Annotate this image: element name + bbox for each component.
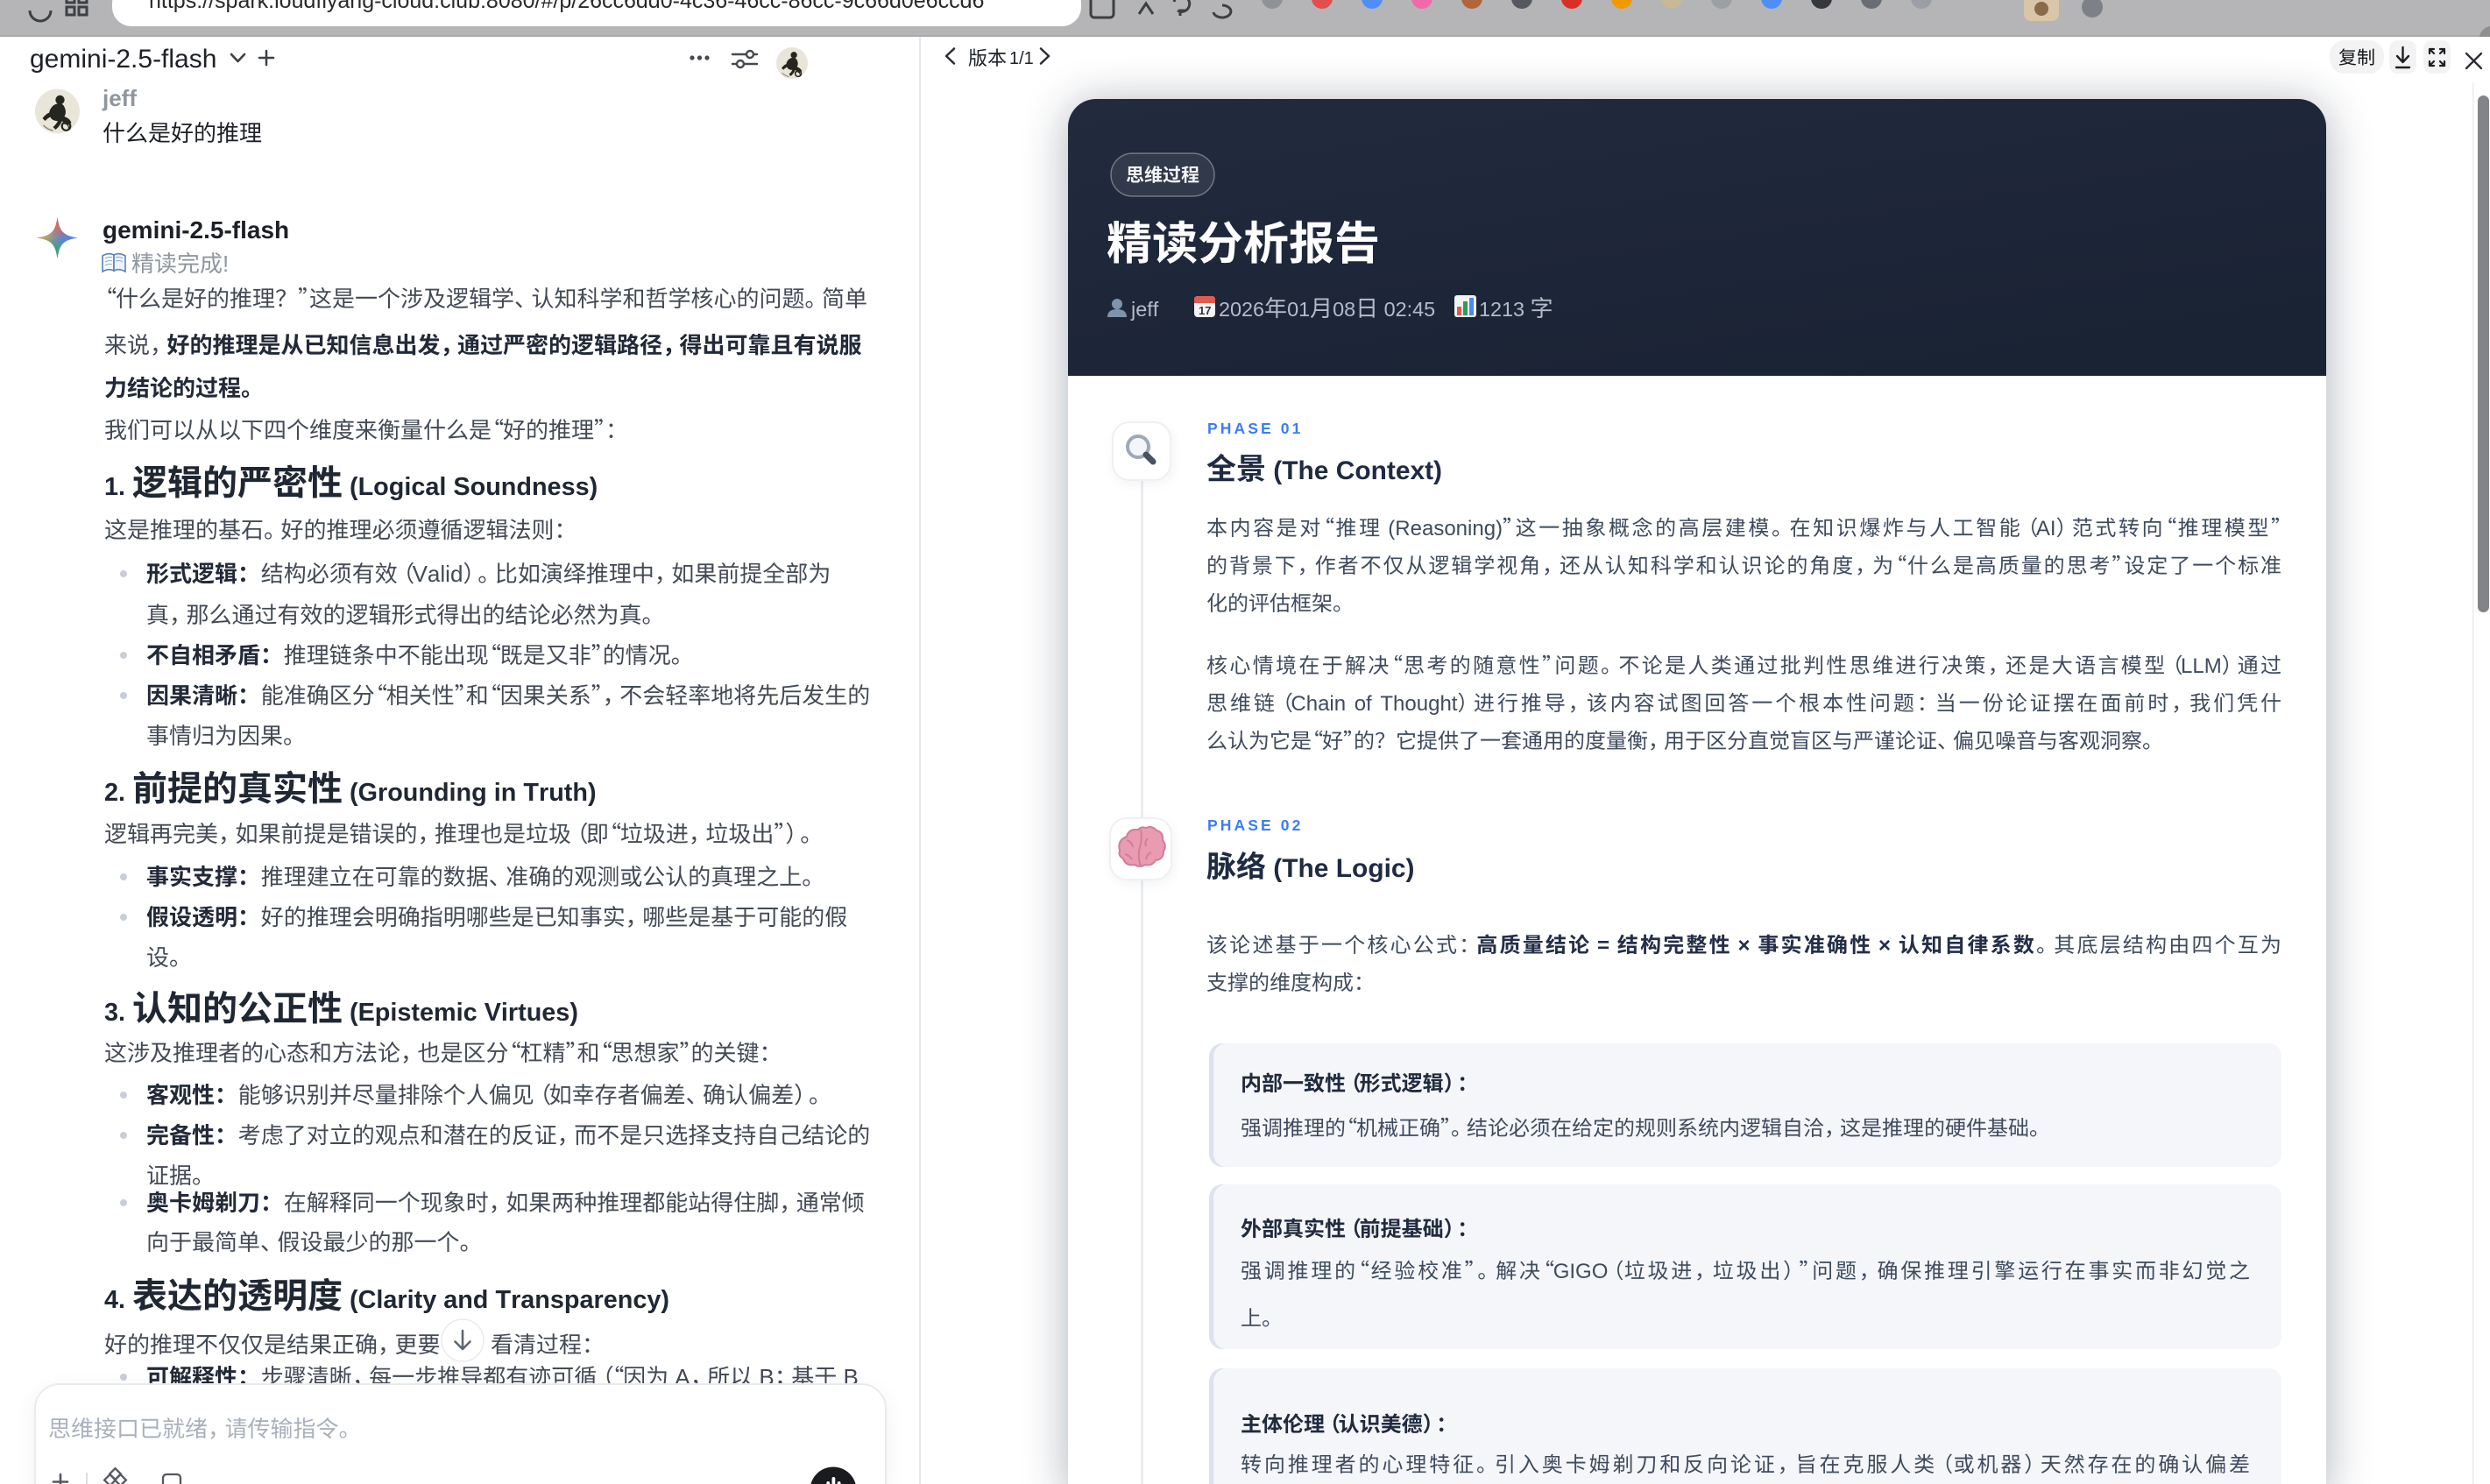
- svg-text:Virtues): Virtues): [485, 999, 578, 1027]
- svg-text:PHASE 01: PHASE 01: [1207, 420, 1303, 437]
- svg-text:4.: 4.: [104, 1286, 125, 1314]
- svg-text:!: !: [223, 251, 229, 277]
- svg-text:2026: 2026: [1219, 298, 1264, 321]
- svg-text:(Reasoning): (Reasoning): [1388, 517, 1503, 541]
- svg-text:3.: 3.: [104, 999, 125, 1027]
- svg-text:2.: 2.: [104, 779, 125, 807]
- svg-text:01: 01: [1287, 298, 1310, 321]
- svg-text:and: and: [443, 1286, 488, 1314]
- svg-text:1213: 1213: [1479, 298, 1524, 321]
- svg-text:Logic): Logic): [1336, 854, 1415, 883]
- svg-text:Valid: Valid: [413, 561, 463, 587]
- svg-text:AI: AI: [2036, 517, 2056, 541]
- svg-text:Soundness): Soundness): [453, 473, 598, 501]
- svg-text:jeff: jeff: [1130, 298, 1159, 321]
- svg-text:gemini-2.5-flash: gemini-2.5-flash: [103, 216, 289, 244]
- svg-text:08: 08: [1333, 298, 1355, 321]
- svg-text:PHASE 02: PHASE 02: [1207, 816, 1303, 834]
- svg-text:(Epistemic: (Epistemic: [350, 999, 477, 1027]
- svg-text:(Clarity: (Clarity: [350, 1286, 436, 1314]
- svg-text:02:45: 02:45: [1384, 298, 1436, 321]
- svg-text:Chain: Chain: [1291, 692, 1346, 716]
- svg-text:in: in: [494, 779, 517, 807]
- svg-text:gemini-2.5-flash: gemini-2.5-flash: [30, 45, 216, 74]
- svg-text:Transparency): Transparency): [496, 1286, 669, 1314]
- svg-text:(Logical: (Logical: [350, 473, 446, 501]
- svg-text:(The: (The: [1273, 854, 1328, 883]
- svg-text:(Grounding: (Grounding: [350, 779, 487, 807]
- svg-text:of: of: [1355, 692, 1372, 716]
- svg-text:https://spark.loudflyang-cloud: https://spark.loudflyang-cloud.club:8080…: [149, 0, 984, 13]
- svg-text:1/1: 1/1: [1009, 49, 1034, 68]
- svg-text:×: ×: [1738, 934, 1751, 958]
- svg-text:LLM: LLM: [2181, 654, 2222, 678]
- svg-text:GIGO: GIGO: [1553, 1260, 1609, 1283]
- svg-text:=: =: [1597, 934, 1609, 958]
- svg-text:(The: (The: [1273, 456, 1328, 485]
- svg-text:17: 17: [1199, 304, 1211, 317]
- svg-text:×: ×: [1878, 934, 1891, 958]
- svg-text:Truth): Truth): [523, 779, 596, 807]
- svg-text:Thought: Thought: [1380, 692, 1457, 716]
- svg-text:jeff: jeff: [102, 85, 137, 111]
- svg-text:Context): Context): [1336, 456, 1442, 485]
- svg-text:1.: 1.: [104, 473, 125, 501]
